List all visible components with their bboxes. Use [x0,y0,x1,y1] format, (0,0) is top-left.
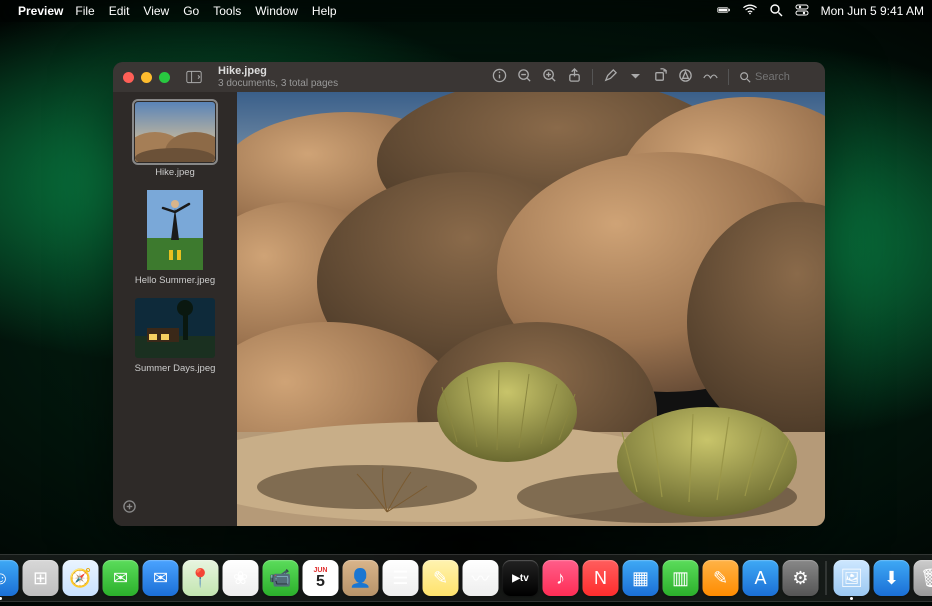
dock-app-music[interactable]: ♪ [543,560,579,596]
thumbnail-caption: Hike.jpeg [155,167,195,178]
markup-dropdown-icon[interactable] [628,68,643,86]
dock-app-launchpad[interactable]: ⊞ [23,560,59,596]
info-icon[interactable] [492,68,507,86]
shapes-icon[interactable] [678,68,693,86]
dock-app-safari[interactable]: 🧭 [63,560,99,596]
menu-tools[interactable]: Tools [213,4,241,18]
thumbnail-sidebar[interactable]: Hike.jpeg Hello Summer.jpeg [113,92,237,526]
close-button[interactable] [123,72,134,83]
sidebar-view-button[interactable] [186,70,202,84]
thumbnail-image [135,190,215,270]
menu-go[interactable]: Go [183,4,199,18]
dock-app-keynote[interactable]: ▦ [623,560,659,596]
thumbnail-item[interactable]: Hello Summer.jpeg [121,190,229,286]
wifi-icon[interactable] [743,3,757,20]
menu-window[interactable]: Window [255,4,298,18]
zoom-out-icon[interactable] [517,68,532,86]
dock-app-calendar[interactable]: JUN5 [303,560,339,596]
menu-file[interactable]: File [75,4,94,18]
menubar-clock[interactable]: Mon Jun 5 9:41 AM [821,4,924,18]
spotlight-icon[interactable] [769,3,783,20]
window-controls [123,72,170,83]
control-center-icon[interactable] [795,3,809,20]
title-block: Hike.jpeg 3 documents, 3 total pages [218,65,338,88]
titlebar[interactable]: Hike.jpeg 3 documents, 3 total pages [113,62,825,92]
dock-app-photos[interactable]: ❀ [223,560,259,596]
toolbar [492,68,815,86]
thumbnail-caption: Hello Summer.jpeg [135,275,215,286]
menu-edit[interactable]: Edit [109,4,130,18]
dock-app-pages[interactable]: ✎ [703,560,739,596]
dock-app-tv[interactable]: ▶tv [503,560,539,596]
dock-app-notes[interactable]: ✎ [423,560,459,596]
highlight-icon[interactable] [703,68,718,86]
menubar: Preview File Edit View Go Tools Window H… [0,0,932,22]
menu-help[interactable]: Help [312,4,337,18]
dock-app-downloads[interactable]: ⬇ [874,560,910,596]
dock-app-trash[interactable]: 🗑 [914,560,932,596]
thumbnail-item[interactable]: Summer Days.jpeg [121,298,229,374]
preview-window: Hike.jpeg 3 documents, 3 total pages [113,62,825,526]
dock-app-news[interactable]: N [583,560,619,596]
thumbnail-item[interactable]: Hike.jpeg [121,102,229,178]
document-title: Hike.jpeg [218,65,338,77]
menu-view[interactable]: View [143,4,169,18]
battery-icon[interactable] [717,3,731,20]
dock-separator [826,561,827,595]
dock-app-preview[interactable]: 🖼 [834,560,870,596]
dock-app-messages[interactable]: ✉ [103,560,139,596]
app-menu[interactable]: Preview [18,4,63,18]
dock-app-facetime[interactable]: 📹 [263,560,299,596]
rotate-icon[interactable] [653,68,668,86]
document-subtitle: 3 documents, 3 total pages [218,78,338,89]
search-input[interactable] [755,71,815,83]
zoom-in-icon[interactable] [542,68,557,86]
share-icon[interactable] [567,68,582,86]
main-image [237,92,825,526]
thumbnail-image [135,298,215,358]
dock-app-numbers[interactable]: ▥ [663,560,699,596]
fullscreen-button[interactable] [159,72,170,83]
dock-app-settings[interactable]: ⚙ [783,560,819,596]
image-canvas[interactable] [237,92,825,526]
dock-app-freeform[interactable]: 〰 [463,560,499,596]
dock-app-contacts[interactable]: 👤 [343,560,379,596]
dock-app-appstore[interactable]: A [743,560,779,596]
minimize-button[interactable] [141,72,152,83]
thumbnail-image [135,102,215,162]
dock-app-finder[interactable]: ☺ [0,560,19,596]
search-field[interactable] [739,71,815,83]
dock-app-mail[interactable]: ✉ [143,560,179,596]
dock-app-reminders[interactable]: ☰ [383,560,419,596]
sidebar-add-button[interactable] [121,496,229,522]
dock-app-maps[interactable]: 📍 [183,560,219,596]
dock: ☺⊞🧭✉✉📍❀📹JUN5👤☰✎〰▶tv♪N▦▥✎A⚙ 🖼⬇🗑 [0,554,932,602]
thumbnail-caption: Summer Days.jpeg [135,363,216,374]
markup-pen-icon[interactable] [603,68,618,86]
